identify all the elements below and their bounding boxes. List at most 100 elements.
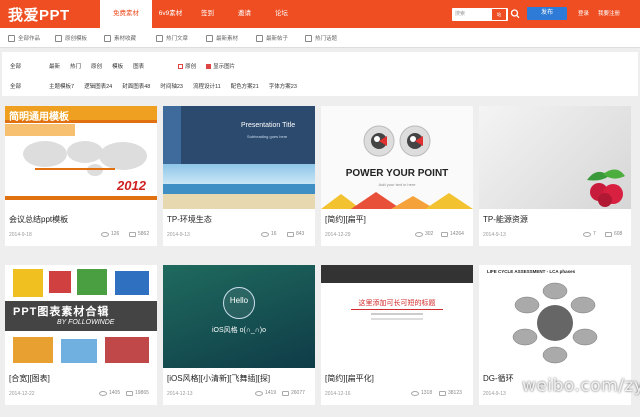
comment-count: 26077 [282, 390, 305, 396]
publish-button[interactable]: 发布 [527, 7, 567, 20]
top-header: 我爱PPT 免费素材 6v9素材 签到 邀请 论坛 搜索 站 发布 登录 我要注… [0, 0, 640, 28]
comment-icon [129, 231, 136, 237]
comment-count: 38123 [439, 390, 462, 396]
register-link[interactable]: 我要注册 [598, 9, 620, 17]
card-thumbnail[interactable]: Hello iOS风格 o(∩_∩)o [163, 265, 315, 368]
thumb-subtitle: Subheading goes here [247, 134, 288, 139]
cat-logic[interactable]: 逻辑图表24 [84, 82, 112, 90]
comment-icon [282, 390, 289, 396]
nav-forum[interactable]: 论坛 [263, 0, 300, 28]
check-show-images[interactable]: 显示图片 [206, 62, 235, 70]
card-date: 2014-12-22 [9, 391, 35, 397]
nav-6v9[interactable]: 6v9素材 [152, 0, 189, 28]
eye-icon [583, 231, 591, 237]
triangles-graphic [321, 192, 473, 209]
card-title[interactable]: TP-能源资源 [483, 214, 528, 225]
card-thumbnail[interactable]: POWER YOUR POINT Add your text in here [321, 106, 473, 209]
nav-checkin[interactable]: 签到 [189, 0, 226, 28]
template-card[interactable]: 简明通用模板 2012 会议总结ppt模板 2014-9-18 126 5862 [5, 106, 157, 246]
cat-timeline[interactable]: 时间轴23 [160, 82, 183, 90]
subnav-hot-articles[interactable]: 热门文章 [156, 34, 188, 42]
cat-cover[interactable]: 封面图表48 [122, 82, 150, 90]
template-card[interactable]: POWER YOUR POINT Add your text in here [… [321, 106, 473, 246]
filter-template[interactable]: 模板 [112, 62, 123, 70]
post-icon [256, 34, 263, 42]
thumb-year: 2012 [117, 178, 146, 193]
eye-icon [415, 231, 423, 237]
card-title[interactable]: [合宽][图表] [9, 373, 50, 384]
card-thumbnail[interactable]: 简明通用模板 2012 [5, 106, 157, 209]
checkbox-icon [178, 64, 184, 70]
filter-row-category: 全部 主题模板7 逻辑图表24 封面图表48 时间轴23 流程设计11 配色方案… [10, 82, 307, 90]
comment-count: 843 [287, 231, 304, 237]
card-title[interactable]: TP-环境生态 [167, 214, 212, 225]
view-count: 126 [101, 231, 119, 237]
comment-count: 5862 [129, 231, 149, 237]
card-thumbnail[interactable] [479, 106, 631, 209]
subnav-new-assets[interactable]: 最新素材 [206, 34, 238, 42]
filter-original[interactable]: 原创 [91, 62, 102, 70]
template-card[interactable]: TP-能源资源 2014-9-13 7 608 [479, 106, 631, 246]
card-title[interactable]: [iOS风格][小清新][飞舞插][探] [167, 373, 270, 384]
check-original[interactable]: 原创 [178, 62, 196, 70]
cat-theme[interactable]: 主题模板7 [49, 82, 74, 90]
search-scope-button[interactable]: 站 [492, 9, 506, 20]
filter-chart[interactable]: 图表 [133, 62, 144, 70]
comment-count: 19865 [126, 390, 149, 396]
nav-invite[interactable]: 邀请 [226, 0, 263, 28]
cycle-diagram [512, 282, 598, 364]
view-count: 1318 [411, 390, 432, 396]
card-thumbnail[interactable]: 这里添加可长可短的标题 [321, 265, 473, 368]
subnav-collect[interactable]: 素材收藏 [104, 34, 136, 42]
world-map-graphic [23, 141, 147, 176]
card-title[interactable]: [简约][扁平化] [325, 373, 374, 384]
star-icon [206, 34, 213, 42]
subnav-new-posts[interactable]: 最新帖子 [256, 34, 288, 42]
thumb-subtitle: BY FOLLOWINDE [57, 319, 115, 326]
raspberry-graphic [587, 169, 625, 207]
view-count: 1405 [99, 390, 120, 396]
card-date: 2014-12-29 [325, 232, 351, 238]
filter-hot[interactable]: 热门 [70, 62, 81, 70]
eye-icon [261, 231, 269, 237]
card-thumbnail[interactable]: PPT图表素材合辑 BY FOLLOWINDE [5, 265, 157, 368]
card-thumbnail[interactable]: Presentation Title Subheading goes here [163, 106, 315, 209]
card-thumbnail[interactable]: LIFE CYCLE ASSESSMENT - LCA phases [479, 265, 631, 368]
comment-count: 608 [605, 231, 622, 237]
view-count: 1419 [255, 390, 276, 396]
site-logo[interactable]: 我爱PPT [8, 4, 70, 25]
template-icon [55, 34, 62, 42]
eye-icon [255, 390, 263, 396]
category-label[interactable]: 全部 [10, 82, 21, 90]
thumb-title: Hello [229, 296, 249, 305]
template-card[interactable]: 这里添加可长可短的标题 [简约][扁平化] 2014-12-16 1318 38… [321, 265, 473, 405]
card-date: 2014-12-13 [167, 391, 193, 397]
subnav-all-works[interactable]: 全部作品 [8, 34, 40, 42]
card-date: 2014-9-13 [483, 391, 506, 397]
card-title[interactable]: 会议总结ppt模板 [9, 214, 68, 225]
filter-row-sort: 全部 最新 热门 原创 模板 图表 原创 显示图片 [10, 62, 245, 70]
nav-free-assets[interactable]: 免费素材 [100, 0, 152, 28]
eye-icon [411, 390, 419, 396]
filter-label[interactable]: 全部 [10, 62, 21, 70]
cat-font[interactable]: 字体方案23 [269, 82, 297, 90]
template-card[interactable]: Presentation Title Subheading goes here … [163, 106, 315, 246]
login-link[interactable]: 登录 [578, 9, 589, 17]
subnav-original[interactable]: 原创模板 [55, 34, 87, 42]
card-title[interactable]: [简约][扁平] [325, 214, 366, 225]
card-title[interactable]: DG-循环 [483, 373, 514, 384]
card-date: 2014-9-13 [483, 232, 506, 238]
thumb-subtitle: iOS风格 o(∩_∩)o [211, 327, 267, 334]
card-date: 2014-9-13 [167, 232, 190, 238]
thumb-title: PPT图表素材合辑 [13, 306, 110, 318]
cat-flow[interactable]: 流程设计11 [193, 82, 221, 90]
template-card[interactable]: Hello iOS风格 o(∩_∩)o [iOS风格][小清新][飞舞插][探]… [163, 265, 315, 405]
filter-latest[interactable]: 最新 [49, 62, 60, 70]
card-date: 2014-12-16 [325, 391, 351, 397]
subnav-hot-topics[interactable]: 热门话题 [305, 34, 337, 42]
search-icon[interactable] [510, 8, 520, 20]
grid-icon [8, 34, 15, 42]
template-card[interactable]: PPT图表素材合辑 BY FOLLOWINDE [合宽][图表] 2014-12… [5, 265, 157, 405]
thumb-title: 这里添加可长可短的标题 [358, 300, 436, 307]
cat-color[interactable]: 配色方案21 [231, 82, 259, 90]
